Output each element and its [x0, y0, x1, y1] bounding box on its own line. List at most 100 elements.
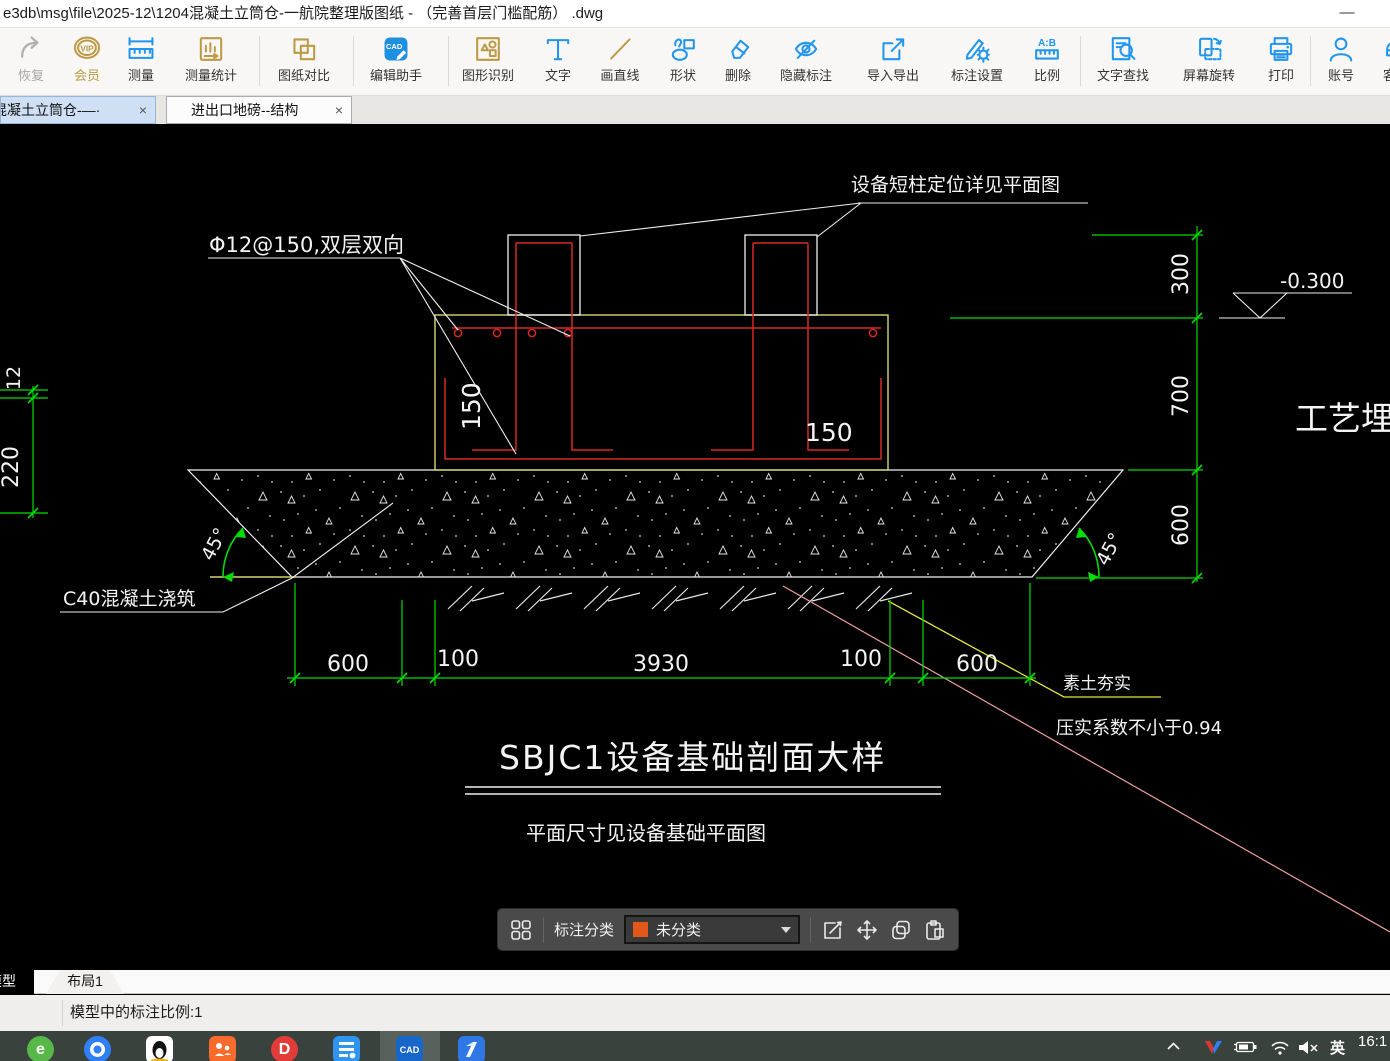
sheet-tab-layout1[interactable]: 布局1 — [46, 970, 124, 994]
tray-expand-icon[interactable] — [1166, 1040, 1181, 1052]
edit-annotation-button[interactable] — [821, 918, 845, 942]
dim-bottom-3930: 3930 — [633, 652, 689, 677]
measure-stats-button[interactable]: 测量统计 — [178, 32, 244, 92]
copy-annotation-button[interactable] — [889, 918, 913, 942]
import-export-icon — [860, 32, 926, 66]
toolbar-separator — [259, 36, 260, 86]
headset-icon — [1371, 32, 1390, 66]
toolbar-separator — [543, 916, 544, 943]
find-text-button[interactable]: 文字查找 — [1090, 32, 1156, 92]
document-app-icon[interactable] — [333, 1036, 360, 1061]
tray-v-app-icon[interactable] — [1204, 1040, 1223, 1055]
drawing-compare-button[interactable]: 图纸对比 — [271, 32, 337, 92]
draw-line-button[interactable]: 画直线 — [592, 32, 648, 92]
compare-icon — [271, 32, 337, 66]
wifi-icon[interactable] — [1270, 1040, 1290, 1055]
qq-app-icon[interactable] — [146, 1036, 173, 1061]
eye-off-icon — [773, 32, 839, 66]
shape-recognition-button[interactable]: 图形识别 — [455, 32, 521, 92]
toolbar-separator — [353, 36, 354, 86]
edit-assistant-button[interactable]: CAD 编辑助手 — [363, 32, 429, 92]
annotation-settings-button[interactable]: 标注设置 — [944, 32, 1010, 92]
category-dropdown[interactable]: 未分类 — [624, 915, 801, 944]
volume-muted-icon[interactable] — [1298, 1040, 1320, 1055]
text-button[interactable]: 文字 — [533, 32, 583, 92]
ime-language-indicator[interactable]: 英 — [1330, 1037, 1345, 1058]
delete-button[interactable]: 删除 — [713, 32, 763, 92]
printer-icon — [1256, 32, 1306, 66]
rotate-screen-button[interactable]: 屏幕旋转 — [1176, 32, 1242, 92]
hide-annotations-button[interactable]: 隐藏标注 — [773, 32, 839, 92]
toolbar-separator — [1310, 36, 1311, 86]
close-icon[interactable]: × — [335, 97, 343, 123]
annotation-settings-icon — [944, 32, 1010, 66]
annotation-scale-status: 模型中的标注比例:1 — [70, 1004, 203, 1021]
window-title: e3db\msg\file\2025-12\1204混凝土立筒仓-一航院整理版图… — [3, 5, 604, 22]
undo-button[interactable]: 恢复 — [6, 32, 56, 92]
document-tab-bar: 混凝土立筒仓-—· × 进出口地磅--结构 × — [0, 96, 1390, 124]
annotation-compaction-note: 压实系数不小于0.94 — [1056, 718, 1222, 739]
dim-right-600: 600 — [1169, 504, 1194, 546]
blue-browser-app-icon[interactable] — [84, 1036, 111, 1061]
battery-icon[interactable] — [1233, 1040, 1258, 1054]
svg-text:CAD: CAD — [386, 42, 403, 51]
annotation-column-leader: 设备短柱定位详见平面图 — [851, 174, 1060, 196]
category-grid-button[interactable] — [509, 918, 533, 942]
move-annotation-button[interactable] — [855, 918, 879, 942]
blue-flag-app-icon[interactable] — [458, 1036, 485, 1061]
annotation-embed-parts: 工艺埋件 — [1295, 399, 1390, 438]
dim-inner-150-left: 150 — [457, 382, 486, 430]
scale-icon: A:B — [1022, 32, 1072, 66]
tab-weighbridge-structure[interactable]: 进出口地磅--结构 × — [166, 96, 352, 124]
chevron-down-icon — [781, 926, 792, 933]
customer-service-button[interactable]: 客服 — [1371, 32, 1390, 92]
drawing-title: SBJC1设备基础剖面大样 — [499, 738, 886, 777]
cad-viewer-app-icon[interactable]: CAD — [396, 1036, 423, 1061]
sheet-tab-model[interactable]: 模型 — [0, 970, 34, 994]
measure-button[interactable]: 测量 — [116, 32, 166, 92]
annotation-concrete-note: C40混凝土浇筑 — [63, 588, 195, 610]
drawing-canvas[interactable]: 设备短柱定位详见平面图 Φ12@150,双层双向 -0.300 工艺埋件 C40… — [0, 124, 1390, 970]
category-label: 标注分类 — [554, 922, 615, 939]
clock[interactable]: 16:1 — [1358, 1033, 1387, 1050]
print-button[interactable]: 打印 — [1256, 32, 1306, 92]
annotation-toolbar: 标注分类 未分类 — [497, 908, 960, 951]
cad-assistant-icon: CAD — [363, 32, 429, 66]
svg-text:A:B: A:B — [1038, 38, 1056, 49]
toolbar-separator — [810, 916, 812, 943]
annotation-soil-note: 素土夯实 — [1063, 674, 1131, 694]
close-icon[interactable]: × — [139, 97, 147, 123]
tab-concrete-silo[interactable]: 混凝土立筒仓-—· × — [0, 96, 156, 124]
dim-inner-150-right: 150 — [805, 418, 853, 447]
orange-contacts-app-icon[interactable] — [209, 1036, 236, 1061]
minimize-button[interactable]: — — [1336, 0, 1358, 26]
shapes-icon — [658, 32, 708, 66]
drawing-subtitle: 平面尺寸见设备基础平面图 — [526, 821, 766, 845]
dim-left-12: 12 — [3, 366, 25, 390]
account-button[interactable]: 账号 — [1316, 32, 1366, 92]
dim-right-700: 700 — [1169, 375, 1194, 417]
search-text-icon — [1090, 32, 1156, 66]
red-d-app-icon[interactable]: D — [271, 1036, 298, 1061]
browser-e-app-icon[interactable]: e — [27, 1036, 54, 1061]
vip-member-button[interactable]: VIP 会员 — [62, 32, 112, 92]
cushion-hatch — [186, 469, 1125, 578]
main-toolbar: 恢复 VIP 会员 测量 测量统计 图纸对比 CAD 编辑助手 图形识别 文字 … — [0, 28, 1390, 96]
status-bar: 模型中的标注比例:1 — [0, 995, 1390, 1031]
paste-annotation-button[interactable] — [923, 918, 947, 942]
dimension-lines — [0, 226, 1203, 686]
dim-bottom-100b: 100 — [840, 647, 882, 672]
soil-hatch — [447, 585, 913, 612]
line-icon — [592, 32, 648, 66]
dim-right-300: 300 — [1169, 253, 1194, 295]
shapes-button[interactable]: 形状 — [658, 32, 708, 92]
status-separator — [62, 1000, 63, 1026]
eraser-icon — [713, 32, 763, 66]
app-window: { "window": { "title": "e3db\\msg\\file\… — [0, 0, 1390, 1061]
scale-button[interactable]: A:B 比例 — [1022, 32, 1072, 92]
dim-angle-left: 45° — [197, 524, 232, 564]
import-export-button[interactable]: 导入导出 — [860, 32, 926, 92]
dim-left-220: 220 — [0, 446, 24, 488]
vip-icon: VIP — [62, 32, 112, 66]
annotation-rebar-note: Φ12@150,双层双向 — [209, 233, 404, 257]
